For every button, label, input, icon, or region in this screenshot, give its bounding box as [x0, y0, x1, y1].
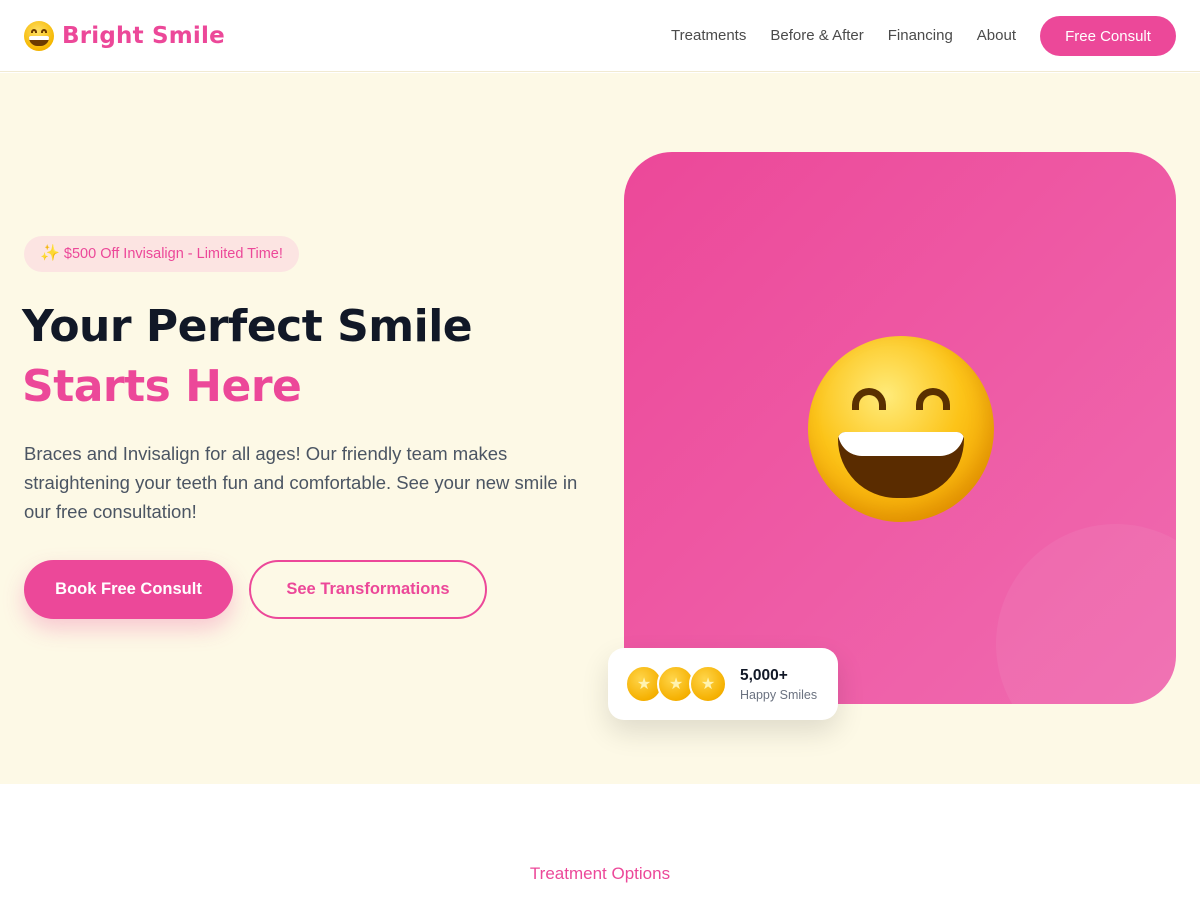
nav-link-before-after[interactable]: Before & After: [770, 24, 863, 48]
see-transformations-button[interactable]: See Transformations: [249, 560, 487, 619]
nav-link-about[interactable]: About: [977, 24, 1016, 48]
section-label: Treatment Options: [529, 864, 671, 883]
logo[interactable]: Bright Smile: [24, 19, 225, 53]
hero-description: Braces and Invisalign for all ages! Our …: [24, 443, 578, 522]
sparkles-icon: ✨: [40, 245, 60, 262]
main-menu: Treatments Before & After Financing Abou…: [671, 24, 1016, 48]
happy-smiles-badge: ★ ★ ★ 5,000+ Happy Smiles: [608, 648, 838, 720]
headline-line-1: Your Perfect Smile: [22, 301, 473, 352]
grinning-face-icon: [24, 21, 54, 51]
free-consult-button[interactable]: Free Consult: [1040, 16, 1176, 56]
happy-smiles-label: Happy Smiles: [740, 688, 818, 702]
star-icon: ★: [689, 665, 727, 703]
top-navbar: Bright Smile Treatments Before & After F…: [0, 0, 1200, 72]
nav-link-treatments[interactable]: Treatments: [671, 24, 746, 48]
promo-text: $500 Off Invisalign - Limited Time!: [63, 246, 283, 262]
hero-headline: Your Perfect Smile Starts Here: [22, 297, 473, 417]
nav-link-financing[interactable]: Financing: [888, 24, 953, 48]
grinning-face-icon: [808, 336, 994, 522]
promo-badge: ✨ $500 Off Invisalign - Limited Time!: [24, 236, 299, 272]
happy-smiles-count: 5,000+: [740, 667, 788, 684]
hero-image-card: [624, 152, 1176, 704]
headline-line-2: Starts Here: [22, 361, 302, 412]
logo-text: Bright Smile: [62, 23, 225, 49]
hero-section: ✨ $500 Off Invisalign - Limited Time! Yo…: [0, 73, 1200, 784]
book-free-consult-button[interactable]: Book Free Consult: [24, 560, 233, 619]
star-avatars: ★ ★ ★: [625, 665, 727, 703]
